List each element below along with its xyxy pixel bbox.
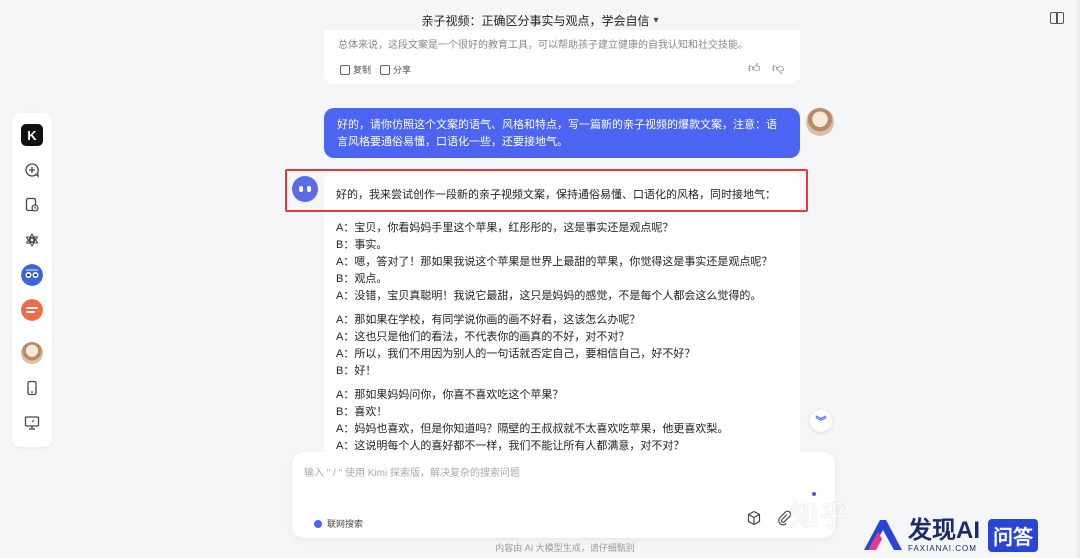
desktop-icon[interactable]: [20, 411, 44, 435]
dialog-line: B：观点。: [336, 273, 388, 285]
thumbs-down-icon[interactable]: 👎︎: [772, 61, 784, 76]
dialog-line: A：所以，我们不用因为别人的一句话就否定自己，要相信自己，好不好？: [336, 348, 696, 360]
dialog-line: A：宝贝，你看妈妈手里这个苹果，红彤彤的，这是事实还是观点呢？: [336, 222, 674, 234]
kimi-logo[interactable]: K: [20, 123, 44, 147]
right-edge-shadow: [1076, 0, 1080, 558]
share-label: 分享: [393, 65, 412, 75]
orange-app-icon: [21, 299, 43, 321]
new-chat-icon[interactable]: [20, 158, 44, 182]
faxianai-logo-icon: [864, 520, 902, 550]
history-icon[interactable]: [20, 193, 44, 217]
red-highlight-box: [285, 169, 808, 212]
dialog-line: A：嗯，答对了！那如果我说这个苹果是世界上最甜的苹果，你觉得这是事实还是观点呢？: [336, 256, 773, 268]
dialog-paragraph: A：那如果在学校，有同学说你画的画不好看，这该怎么办呢？ A：这也只是他们的看法…: [336, 312, 772, 380]
double-chevron-down-icon: ︾: [815, 416, 827, 428]
user-message-text: 好的，请你仿照这个文案的语气、风格和特点，写一篇新的亲子视频的爆款文案，注意：语…: [337, 119, 777, 148]
dialog-line: A：那如果在学校，有同学说你画的画不好看，这该怎么办呢？: [336, 314, 641, 326]
user-avatar[interactable]: [806, 108, 834, 136]
chevron-down-icon[interactable]: ▾: [653, 15, 658, 26]
sidebar-toggle-icon[interactable]: [1050, 12, 1064, 24]
chat-input-placeholder[interactable]: 输入 " / " 使用 Kimi 探索版，解决复杂的搜索问题: [304, 464, 520, 479]
kimi-logo-icon: K: [21, 124, 43, 146]
zhihu-watermark: 知乎: [790, 500, 851, 531]
dialog-script: A：宝贝，你看妈妈手里这个苹果，红彤彤的，这是事实还是观点呢？ B：事实。 A：…: [336, 220, 772, 462]
dialog-line: A：没错，宝贝真聪明！我说它最甜，这只是妈妈的感觉，不是每个人都会这么觉得的。: [336, 290, 762, 302]
dialog-line: A：妈妈也喜欢，但是你知道吗？隔壁的王叔叔就不太喜欢吃苹果，他更喜欢梨。: [336, 423, 729, 435]
faxianai-text: 发现AI FAXIANAI.COM: [908, 516, 980, 553]
mobile-icon[interactable]: [20, 376, 44, 400]
copy-button[interactable]: 复制: [340, 63, 371, 76]
dialog-paragraph: A：那如果妈妈问你，你喜不喜欢吃这个苹果？ B：喜欢！ A：妈妈也喜欢，但是你知…: [336, 387, 772, 455]
chat-input-box[interactable]: 输入 " / " 使用 Kimi 探索版，解决复杂的搜索问题 联网搜索: [292, 452, 835, 538]
robot-icon: [21, 264, 43, 286]
share-icon: [380, 64, 390, 75]
cube-icon[interactable]: [746, 510, 762, 526]
dialog-paragraph: A：宝贝，你看妈妈手里这个苹果，红彤彤的，这是事实还是观点呢？ B：事实。 A：…: [336, 220, 772, 305]
web-search-indicator-icon: [314, 519, 322, 528]
user-message-bubble: 好的，请你仿照这个文案的语气、风格和特点，写一篇新的亲子视频的爆款文案，注意：语…: [324, 108, 800, 158]
share-button[interactable]: 分享: [380, 63, 411, 76]
copy-icon: [340, 64, 350, 75]
faxianai-brand: 发现AI: [908, 516, 980, 544]
conversation-title[interactable]: 亲子视频：正确区分事实与观点，学会自信 ▾: [421, 12, 658, 29]
dialog-line: B：好！: [336, 365, 377, 377]
agent-avatar-orange[interactable]: [20, 298, 44, 322]
previous-ai-message: 总体来说，这段文案是一个很好的教育工具，可以帮助孩子建立健康的自我认知和社交技能…: [324, 30, 800, 84]
user-avatar-sidebar[interactable]: [20, 341, 44, 365]
qa-badge: 问答: [988, 518, 1038, 552]
dialog-line: B：喜欢！: [336, 406, 388, 418]
scroll-to-bottom-button[interactable]: ︾: [810, 410, 832, 432]
explore-icon[interactable]: [20, 228, 44, 252]
web-search-label: 联网搜索: [327, 519, 364, 529]
conversation-title-text: 亲子视频：正确区分事实与观点，学会自信: [421, 13, 650, 28]
faxianai-watermark: 发现AI FAXIANAI.COM 问答: [862, 512, 1080, 558]
thumbs-up-icon[interactable]: 👍︎: [748, 61, 761, 76]
previous-ai-summary: 总体来说，这段文案是一个很好的教育工具，可以帮助孩子建立健康的自我认知和社交技能…: [338, 40, 748, 51]
dialog-line: B：事实。: [336, 239, 388, 251]
avatar: [21, 342, 43, 364]
left-sidebar: K: [12, 113, 52, 447]
copy-label: 复制: [353, 65, 372, 75]
faxianai-domain: FAXIANAI.COM: [908, 543, 977, 553]
agent-avatar-robot[interactable]: [20, 263, 44, 287]
dialog-line: A：那如果妈妈问你，你喜不喜欢吃这个苹果？: [336, 389, 564, 401]
web-search-toggle[interactable]: 联网搜索: [314, 517, 363, 530]
dialog-line: A：这也只是他们的看法，不代表你的画真的不好，对不对？: [336, 331, 630, 343]
